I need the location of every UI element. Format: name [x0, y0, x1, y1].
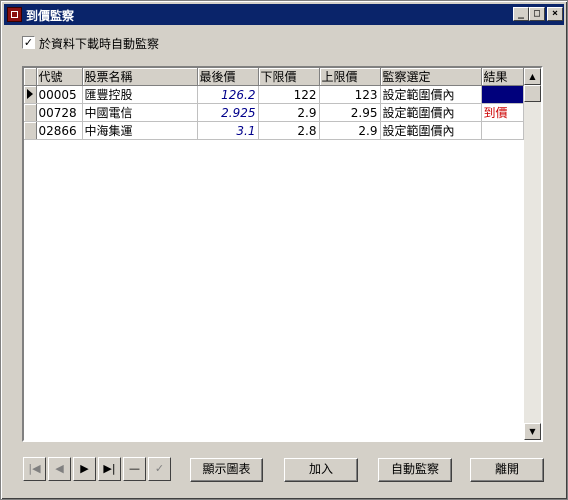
cell-last-price[interactable]: 126.2 — [197, 85, 259, 104]
cell-result[interactable] — [481, 121, 524, 140]
close-button[interactable]: 離開 — [470, 458, 544, 482]
column-header-high-limit[interactable]: 上限價 — [319, 68, 381, 86]
watch-grid[interactable]: 代號 股票名稱 最後價 下限價 上限價 監察選定 結果 00005 匯豐控股 1… — [22, 66, 543, 442]
header-row: 代號 股票名稱 最後價 下限價 上限價 監察選定 結果 — [24, 68, 524, 86]
column-header-result[interactable]: 結果 — [481, 68, 524, 86]
cell-code[interactable]: 00005 — [36, 85, 83, 104]
auto-monitor-button[interactable]: 自動監察 — [378, 458, 452, 482]
table-row[interactable]: 02866 中海集運 3.1 2.8 2.9 設定範圍價內 — [24, 121, 524, 140]
cell-last-price[interactable]: 3.1 — [197, 121, 259, 140]
column-header-code[interactable]: 代號 — [36, 68, 83, 86]
cell-low-limit[interactable]: 2.9 — [258, 103, 320, 122]
cell-name[interactable]: 匯豐控股 — [82, 85, 198, 104]
cell-monitor-mode[interactable]: 設定範圍價內 — [380, 121, 482, 140]
row-indicator[interactable] — [24, 103, 37, 122]
column-header-last-price[interactable]: 最後價 — [197, 68, 259, 86]
price-alert-window: 到價監察 _ □ × ✓ 於資料下載時自動監察 代號 股票名稱 最後價 下限價 — [0, 0, 568, 500]
nav-next-button[interactable]: ▶ — [73, 457, 96, 481]
cell-monitor-mode[interactable]: 設定範圍價內 — [380, 103, 482, 122]
show-chart-button[interactable]: 顯示圖表 — [190, 458, 263, 482]
title-bar[interactable]: 到價監察 _ □ × — [4, 4, 564, 25]
close-window-button[interactable]: × — [547, 7, 563, 21]
auto-check-label: 於資料下載時自動監察 — [39, 37, 160, 51]
row-indicator[interactable] — [24, 85, 37, 104]
cell-code[interactable]: 02866 — [36, 121, 83, 140]
nav-last-button[interactable]: ▶| — [98, 457, 121, 481]
column-header-low-limit[interactable]: 下限價 — [258, 68, 320, 86]
nav-post-button[interactable]: ✓ — [148, 457, 171, 481]
cell-high-limit[interactable]: 123 — [319, 85, 381, 104]
cell-name[interactable]: 中海集運 — [82, 121, 198, 140]
maximize-button[interactable]: □ — [529, 7, 545, 21]
cell-high-limit[interactable]: 2.9 — [319, 121, 381, 140]
cell-name[interactable]: 中國電信 — [82, 103, 198, 122]
row-indicator[interactable] — [24, 121, 37, 140]
watch-table: 代號 股票名稱 最後價 下限價 上限價 監察選定 結果 00005 匯豐控股 1… — [24, 68, 524, 140]
minimize-button[interactable]: _ — [513, 7, 529, 21]
cell-high-limit[interactable]: 2.95 — [319, 103, 381, 122]
row-indicator-header — [24, 68, 37, 86]
column-header-monitor-mode[interactable]: 監察選定 — [380, 68, 482, 86]
nav-first-button[interactable]: |◀ — [23, 457, 46, 481]
vertical-scrollbar[interactable]: ▲ ▼ — [524, 68, 541, 440]
scroll-thumb[interactable] — [524, 85, 541, 102]
app-icon[interactable] — [7, 7, 22, 22]
cell-result[interactable] — [481, 85, 524, 104]
current-row-arrow-icon — [27, 89, 33, 99]
auto-check-checkbox[interactable]: ✓ — [22, 36, 35, 49]
nav-delete-button[interactable]: — — [123, 457, 146, 481]
window-title: 到價監察 — [26, 9, 75, 23]
cell-low-limit[interactable]: 2.8 — [258, 121, 320, 140]
add-button[interactable]: 加入 — [284, 458, 358, 482]
cell-monitor-mode[interactable]: 設定範圍價內 — [380, 85, 482, 104]
cell-low-limit[interactable]: 122 — [258, 85, 320, 104]
cell-last-price[interactable]: 2.925 — [197, 103, 259, 122]
cell-result[interactable]: 到價 — [481, 103, 524, 122]
table-row[interactable]: 00728 中國電信 2.925 2.9 2.95 設定範圍價內 到價 — [24, 103, 524, 122]
table-row[interactable]: 00005 匯豐控股 126.2 122 123 設定範圍價內 — [24, 85, 524, 104]
scroll-down-icon[interactable]: ▼ — [524, 423, 541, 440]
nav-prev-button[interactable]: ◀ — [48, 457, 71, 481]
column-header-name[interactable]: 股票名稱 — [82, 68, 198, 86]
cell-code[interactable]: 00728 — [36, 103, 83, 122]
scroll-up-icon[interactable]: ▲ — [524, 68, 541, 85]
